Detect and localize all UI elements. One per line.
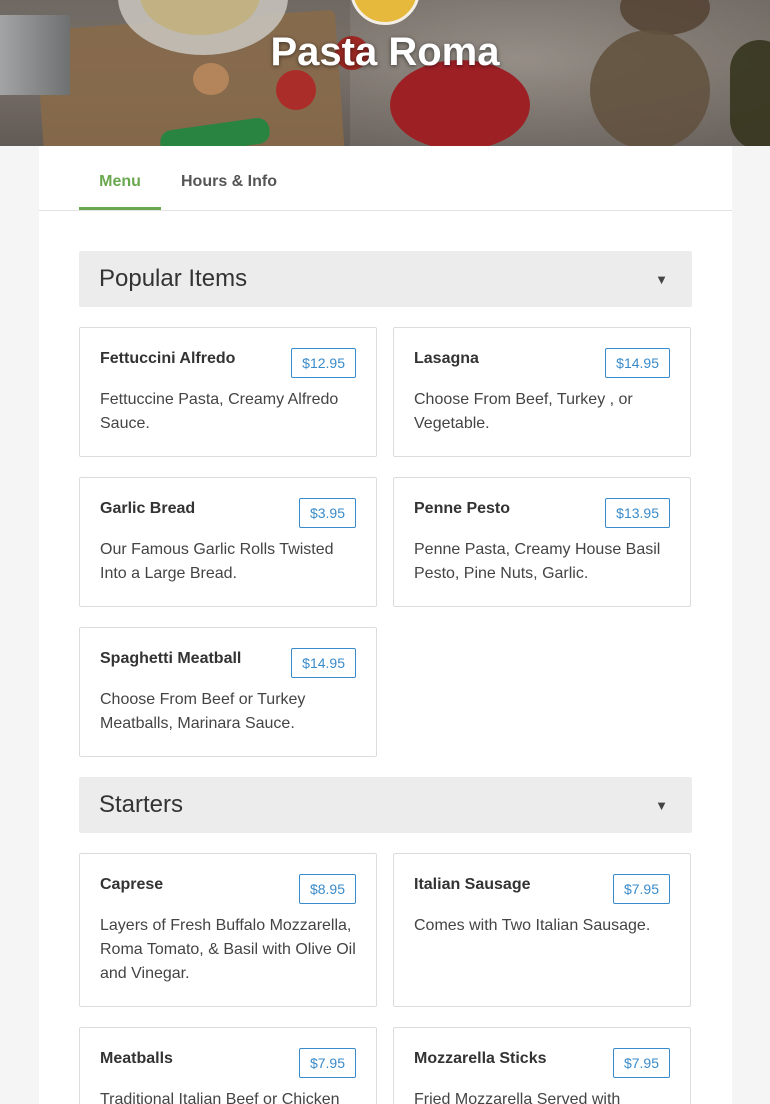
caret-down-icon: ▼ xyxy=(655,798,668,813)
menu-item-card[interactable]: Lasagna $14.95 Choose From Beef, Turkey … xyxy=(393,327,691,457)
item-name: Penne Pesto xyxy=(414,500,511,517)
tab-menu[interactable]: Menu xyxy=(79,146,161,210)
item-price[interactable]: $3.95 xyxy=(298,498,356,528)
item-name: Caprese xyxy=(100,876,164,893)
item-description: Layers of Fresh Buffalo Mozzarella, Roma… xyxy=(100,917,356,982)
item-description: Our Famous Garlic Rolls Twisted Into a L… xyxy=(100,541,334,582)
item-description: Choose From Beef, Turkey , or Vegetable. xyxy=(414,391,633,432)
item-price[interactable]: $14.95 xyxy=(291,648,356,678)
menu-item-card[interactable]: Spaghetti Meatball $14.95 Choose From Be… xyxy=(79,627,377,757)
menu-item-card[interactable]: Fettuccini Alfredo $12.95 Fettuccine Pas… xyxy=(79,327,377,457)
section-title: Popular Items xyxy=(99,265,248,292)
item-description: Fried Mozzarella Served with xyxy=(414,1091,621,1104)
menu-panel: Menu Hours & Info Popular Items ▼ Fettuc… xyxy=(39,146,732,1104)
item-price[interactable]: $14.95 xyxy=(605,348,670,378)
section-header-popular-items[interactable]: Popular Items ▼ xyxy=(79,251,692,307)
caret-down-icon: ▼ xyxy=(655,272,668,287)
item-price[interactable]: $7.95 xyxy=(612,1048,670,1078)
item-name: Lasagna xyxy=(414,350,479,367)
tab-hours-info[interactable]: Hours & Info xyxy=(181,146,277,210)
menu-item-card[interactable]: Penne Pesto $13.95 Penne Pasta, Creamy H… xyxy=(393,477,691,607)
menu-item-card[interactable]: Garlic Bread $3.95 Our Famous Garlic Rol… xyxy=(79,477,377,607)
section-title: Starters xyxy=(99,791,184,818)
item-name: Fettuccini Alfredo xyxy=(100,350,236,367)
section-header-starters[interactable]: Starters ▼ xyxy=(79,777,692,833)
item-price[interactable]: $13.95 xyxy=(605,498,670,528)
item-description: Penne Pasta, Creamy House Basil Pesto, P… xyxy=(414,541,661,582)
menu-item-card[interactable]: Caprese $8.95 Layers of Fresh Buffalo Mo… xyxy=(79,853,377,1007)
restaurant-name: Pasta Roma xyxy=(270,30,500,74)
item-name: Mozzarella Sticks xyxy=(414,1050,547,1067)
item-name: Meatballs xyxy=(100,1050,173,1067)
hero-banner: Pasta Roma xyxy=(0,0,770,146)
item-price[interactable]: $8.95 xyxy=(298,874,356,904)
item-description: Comes with Two Italian Sausage. xyxy=(414,917,651,934)
item-name: Spaghetti Meatball xyxy=(100,650,242,667)
item-price[interactable]: $12.95 xyxy=(291,348,356,378)
menu-item-card[interactable]: Italian Sausage $7.95 Comes with Two Ita… xyxy=(393,853,691,1007)
item-price[interactable]: $7.95 xyxy=(298,1048,356,1078)
item-price[interactable]: $7.95 xyxy=(612,874,670,904)
menu-item-card[interactable]: Mozzarella Sticks $7.95 Fried Mozzarella… xyxy=(393,1027,691,1104)
menu-item-card[interactable]: Meatballs $7.95 Traditional Italian Beef… xyxy=(79,1027,377,1104)
item-name: Italian Sausage xyxy=(414,876,531,893)
item-name: Garlic Bread xyxy=(100,500,196,517)
item-description: Traditional Italian Beef or Chicken xyxy=(100,1091,340,1104)
tab-bar: Menu Hours & Info xyxy=(39,146,732,211)
item-description: Fettuccine Pasta, Creamy Alfredo Sauce. xyxy=(100,391,339,432)
item-description: Choose From Beef or Turkey Meatballs, Ma… xyxy=(100,691,306,732)
